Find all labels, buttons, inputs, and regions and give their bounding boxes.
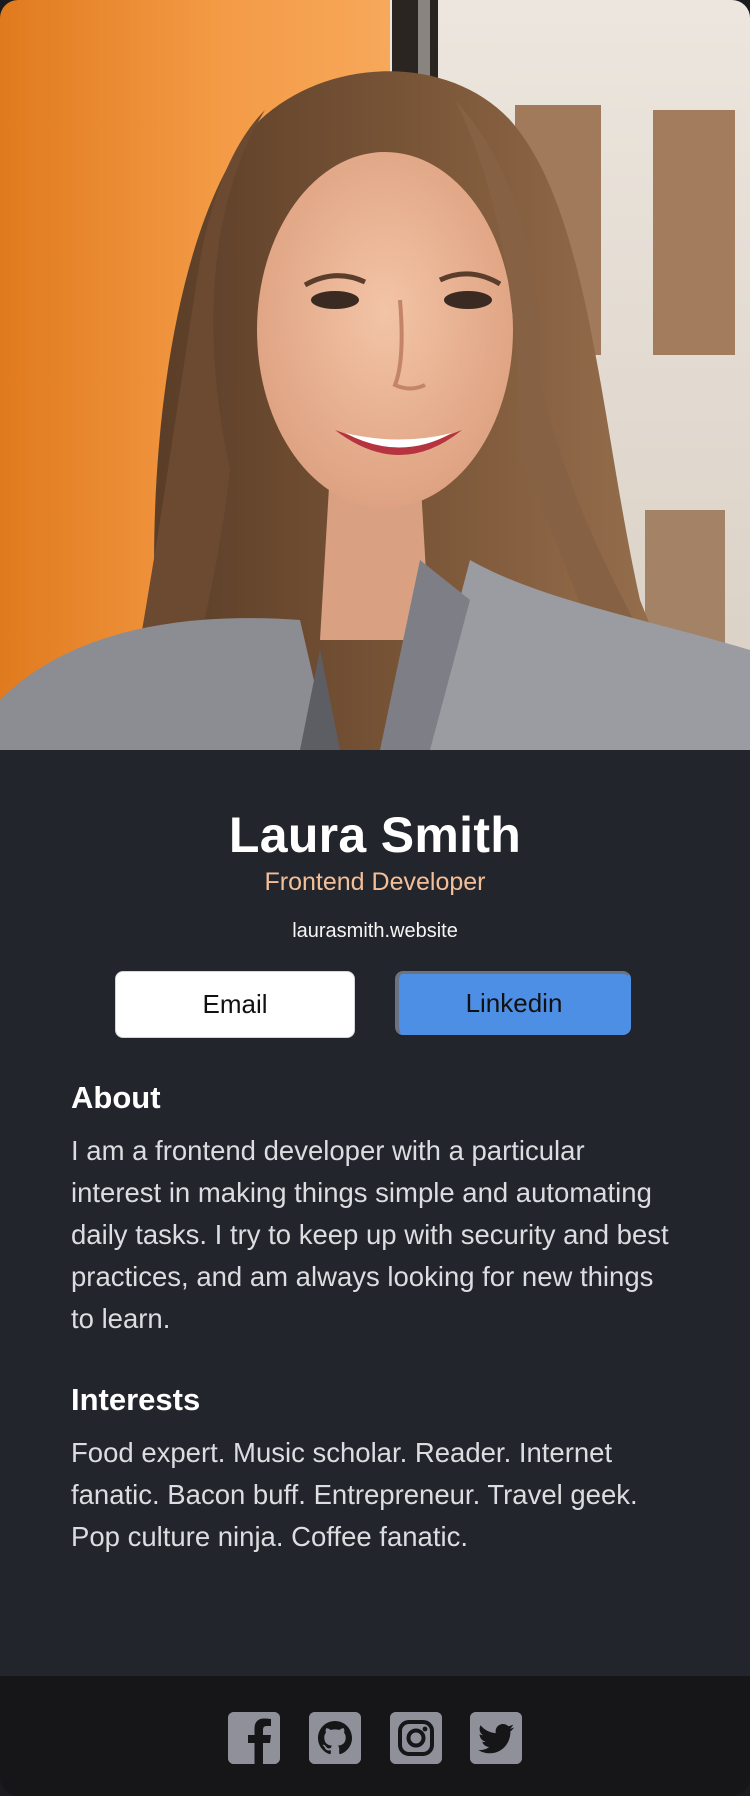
footer xyxy=(0,1676,750,1796)
facebook-icon[interactable] xyxy=(228,1712,280,1764)
about-heading: About xyxy=(71,1080,161,1115)
interests-text: Food expert. Music scholar. Reader. Inte… xyxy=(71,1437,638,1552)
profile-name: Laura Smith xyxy=(228,807,522,863)
profile-title: Frontend Developer xyxy=(264,868,486,896)
profile-photo-illustration xyxy=(0,0,750,750)
github-icon[interactable] xyxy=(309,1712,361,1764)
instagram-icon[interactable] xyxy=(390,1712,442,1764)
email-button[interactable]: Email xyxy=(115,971,355,1038)
email-button-label: Email xyxy=(202,989,268,1019)
about-section: About I am a frontend developer with a p… xyxy=(71,1080,671,1340)
linkedin-button[interactable]: Linkedin xyxy=(395,971,631,1035)
interests-section: Interests Food expert. Music scholar. Re… xyxy=(71,1382,671,1558)
about-text: I am a frontend developer with a particu… xyxy=(71,1135,669,1334)
website-link[interactable]: laurasmith.website xyxy=(0,920,750,943)
interests-heading: Interests xyxy=(71,1382,201,1417)
profile-card: Laura Smith Frontend Developer laurasmit… xyxy=(0,0,750,1796)
twitter-icon[interactable] xyxy=(470,1712,522,1764)
profile-photo xyxy=(0,0,750,750)
linkedin-button-label: Linkedin xyxy=(465,988,563,1018)
